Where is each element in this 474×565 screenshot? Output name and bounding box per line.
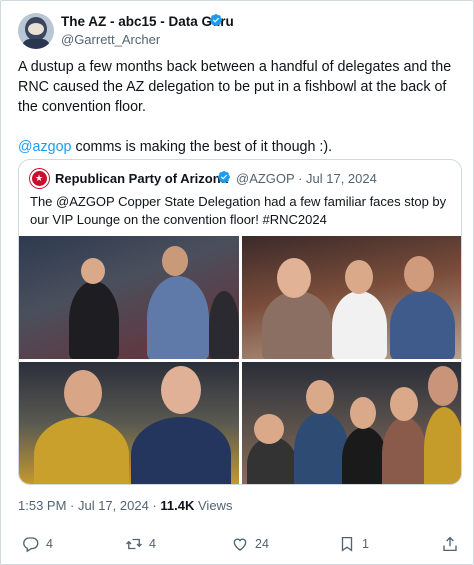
photo-3[interactable] (19, 362, 239, 484)
tweet-card: The AZ - abc15 - Data Guru @Garrett_Arch… (0, 0, 474, 565)
tweet-meta: 1:53 PM · Jul 17, 2024 · 11.4K Views (18, 498, 232, 513)
reply-count: 4 (46, 537, 53, 551)
mention-link[interactable]: @azgop (18, 139, 71, 155)
author-avatar[interactable] (18, 13, 54, 49)
verified-badge-icon (218, 171, 230, 183)
quoted-author-avatar[interactable]: ★ (30, 169, 49, 188)
author-handle[interactable]: @Garrett_Archer (61, 32, 160, 47)
timestamp[interactable]: 1:53 PM · Jul 17, 2024 (18, 498, 149, 513)
retweet-button[interactable]: 4 (125, 531, 156, 557)
tweet-text-paragraph-1: A dustup a few months back between a han… (18, 59, 452, 115)
bookmark-count: 1 (362, 537, 369, 551)
quoted-author-name[interactable]: Republican Party of Arizona (55, 171, 228, 186)
share-icon (443, 536, 457, 552)
bookmark-icon (341, 536, 353, 552)
quoted-tweet-text: The @AZGOP Copper State Delegation had a… (30, 194, 447, 227)
quoted-author-handle[interactable]: @AZGOP · Jul 17, 2024 (236, 171, 377, 186)
quoted-tweet[interactable]: ★ Republican Party of Arizona @AZGOP · J… (18, 159, 462, 485)
photo-grid (19, 236, 461, 484)
photo-1[interactable] (19, 236, 239, 359)
bookmark-button[interactable]: 1 (338, 531, 369, 557)
reply-icon (23, 537, 39, 553)
like-button[interactable]: 24 (231, 531, 269, 557)
tweet-text-rest: comms is making the best of it though :)… (71, 139, 333, 155)
tweet-text: A dustup a few months back between a han… (18, 57, 463, 157)
retweet-icon (126, 538, 142, 550)
author-name[interactable]: The AZ - abc15 - Data Guru (61, 14, 234, 29)
photo-4[interactable] (242, 362, 461, 484)
action-bar: 4 4 24 1 (1, 531, 474, 557)
verified-badge-icon (210, 14, 222, 26)
like-count: 24 (255, 537, 269, 551)
heart-icon (233, 538, 247, 551)
views-count: 11.4K (160, 498, 195, 513)
tweet-text-paragraph-2: @azgop comms is making the best of it th… (18, 137, 463, 157)
photo-2[interactable] (242, 236, 461, 359)
views-label: Views (198, 498, 233, 513)
reply-button[interactable]: 4 (22, 531, 53, 557)
retweet-count: 4 (149, 537, 156, 551)
share-button[interactable] (441, 531, 459, 557)
